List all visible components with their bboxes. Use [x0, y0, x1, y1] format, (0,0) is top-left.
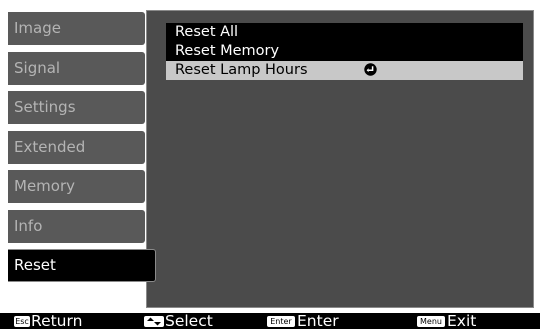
- esc-key-icon: Esc: [14, 316, 30, 327]
- footer-select-label: Select: [165, 313, 213, 329]
- reset-submenu-panel: Reset All Reset Memory Reset Lamp Hours: [146, 10, 534, 308]
- reset-all-item[interactable]: Reset All: [166, 23, 523, 42]
- footer-enter-label: Enter: [297, 313, 339, 329]
- sidebar-item-info[interactable]: Info: [8, 210, 145, 243]
- sidebar-item-extended[interactable]: Extended: [8, 131, 145, 164]
- sidebar-item-reset[interactable]: Reset: [8, 249, 156, 282]
- sidebar-item-image[interactable]: Image: [8, 12, 145, 45]
- sidebar-item-memory[interactable]: Memory: [8, 170, 145, 203]
- footer-return-label: Return: [31, 313, 83, 329]
- footer-exit-label: Exit: [447, 313, 477, 329]
- sidebar-item-settings[interactable]: Settings: [8, 91, 145, 124]
- reset-memory-item[interactable]: Reset Memory: [166, 42, 523, 61]
- enter-key-icon: Enter: [267, 316, 295, 327]
- reset-memory-label: Reset Memory: [175, 43, 280, 59]
- menu-key-icon: Menu: [417, 316, 445, 327]
- up-down-arrows-icon: [144, 316, 164, 327]
- sidebar-item-signal[interactable]: Signal: [8, 52, 145, 85]
- reset-lamp-hours-label: Reset Lamp Hours: [175, 62, 308, 78]
- reset-all-label: Reset All: [175, 24, 239, 40]
- footer-help-bar: Esc Return Select Enter Enter Menu Exit: [0, 313, 540, 329]
- enter-icon: [364, 63, 377, 76]
- reset-lamp-hours-item[interactable]: Reset Lamp Hours: [166, 61, 523, 80]
